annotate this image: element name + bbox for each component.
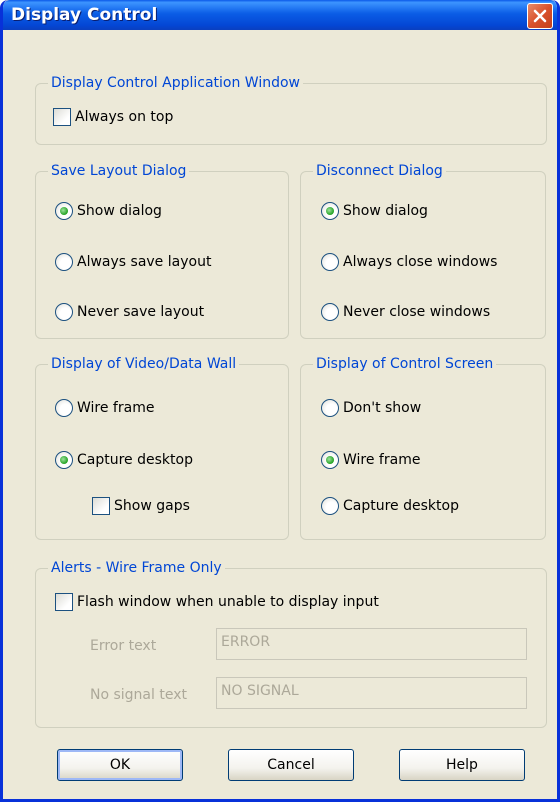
close-button[interactable] [527, 3, 553, 29]
radio-button[interactable] [55, 253, 73, 271]
save-layout-option-show-dialog[interactable]: Show dialog [55, 202, 162, 220]
dialog-window: Display Control Display Control Applicat… [0, 0, 560, 802]
radio-button[interactable] [321, 253, 339, 271]
app-window-legend: Display Control Application Window [48, 74, 303, 92]
always-on-top-label: Always on top [75, 109, 174, 125]
radio-label: Capture desktop [343, 498, 459, 514]
radio-button[interactable] [321, 497, 339, 515]
control-screen-group: Display of Control Screen Don't show Wir… [300, 355, 546, 540]
radio-label: Show dialog [343, 203, 428, 219]
radio-label: Always close windows [343, 254, 498, 270]
show-gaps-checkbox[interactable]: Show gaps [92, 497, 190, 515]
flash-window-checkbox[interactable]: Flash window when unable to display inpu… [55, 593, 379, 611]
radio-button[interactable] [321, 202, 339, 220]
radio-label: Show dialog [77, 203, 162, 219]
ok-button[interactable]: OK [57, 749, 183, 781]
radio-label: Always save layout [77, 254, 212, 270]
title-bar[interactable]: Display Control [3, 0, 557, 30]
alerts-legend: Alerts - Wire Frame Only [48, 559, 225, 577]
radio-label: Wire frame [343, 452, 421, 468]
always-on-top-checkbox[interactable]: Always on top [53, 108, 173, 126]
window-title: Display Control [11, 5, 158, 25]
disconnect-option-show-dialog[interactable]: Show dialog [321, 202, 428, 220]
control-screen-option-dont-show[interactable]: Don't show [321, 399, 421, 417]
disconnect-option-never-close[interactable]: Never close windows [321, 303, 490, 321]
radio-label: Capture desktop [77, 452, 193, 468]
radio-label: Never save layout [77, 304, 205, 320]
radio-button[interactable] [55, 451, 73, 469]
radio-label: Don't show [343, 400, 422, 416]
cancel-button[interactable]: Cancel [228, 749, 354, 781]
radio-button[interactable] [55, 202, 73, 220]
save-layout-option-never-save[interactable]: Never save layout [55, 303, 204, 321]
video-wall-group: Display of Video/Data Wall Wire frame Ca… [35, 355, 289, 540]
save-layout-legend: Save Layout Dialog [48, 162, 190, 180]
show-gaps-label: Show gaps [114, 498, 190, 514]
video-wall-option-capture-desktop[interactable]: Capture desktop [55, 451, 193, 469]
flash-window-label: Flash window when unable to display inpu… [77, 594, 379, 610]
control-screen-legend: Display of Control Screen [313, 355, 497, 373]
no-signal-text-label: No signal text [90, 687, 187, 703]
no-signal-text-field[interactable]: NO SIGNAL [216, 677, 527, 709]
save-layout-option-always-save[interactable]: Always save layout [55, 253, 211, 271]
show-gaps-checkbox-box[interactable] [92, 497, 110, 515]
radio-button[interactable] [321, 399, 339, 417]
video-wall-legend: Display of Video/Data Wall [48, 355, 240, 373]
radio-button[interactable] [55, 303, 73, 321]
control-screen-option-wire-frame[interactable]: Wire frame [321, 451, 420, 469]
video-wall-option-wire-frame[interactable]: Wire frame [55, 399, 154, 417]
disconnect-legend: Disconnect Dialog [313, 162, 446, 180]
radio-button[interactable] [55, 399, 73, 417]
radio-button[interactable] [321, 303, 339, 321]
error-text-label: Error text [90, 638, 157, 654]
disconnect-group: Disconnect Dialog Show dialog Always clo… [300, 162, 546, 339]
help-button[interactable]: Help [399, 749, 525, 781]
radio-button[interactable] [321, 451, 339, 469]
close-icon [533, 9, 547, 23]
disconnect-option-always-close[interactable]: Always close windows [321, 253, 497, 271]
alerts-group: Alerts - Wire Frame Only Flash window wh… [35, 559, 547, 728]
save-layout-group: Save Layout Dialog Show dialog Always sa… [35, 162, 289, 339]
error-text-field[interactable]: ERROR [216, 628, 527, 660]
app-window-group: Display Control Application Window Alway… [35, 74, 547, 145]
always-on-top-checkbox-box[interactable] [53, 108, 71, 126]
radio-label: Wire frame [77, 400, 155, 416]
control-screen-option-capture-desktop[interactable]: Capture desktop [321, 497, 459, 515]
radio-label: Never close windows [343, 304, 491, 320]
flash-window-checkbox-box[interactable] [55, 593, 73, 611]
